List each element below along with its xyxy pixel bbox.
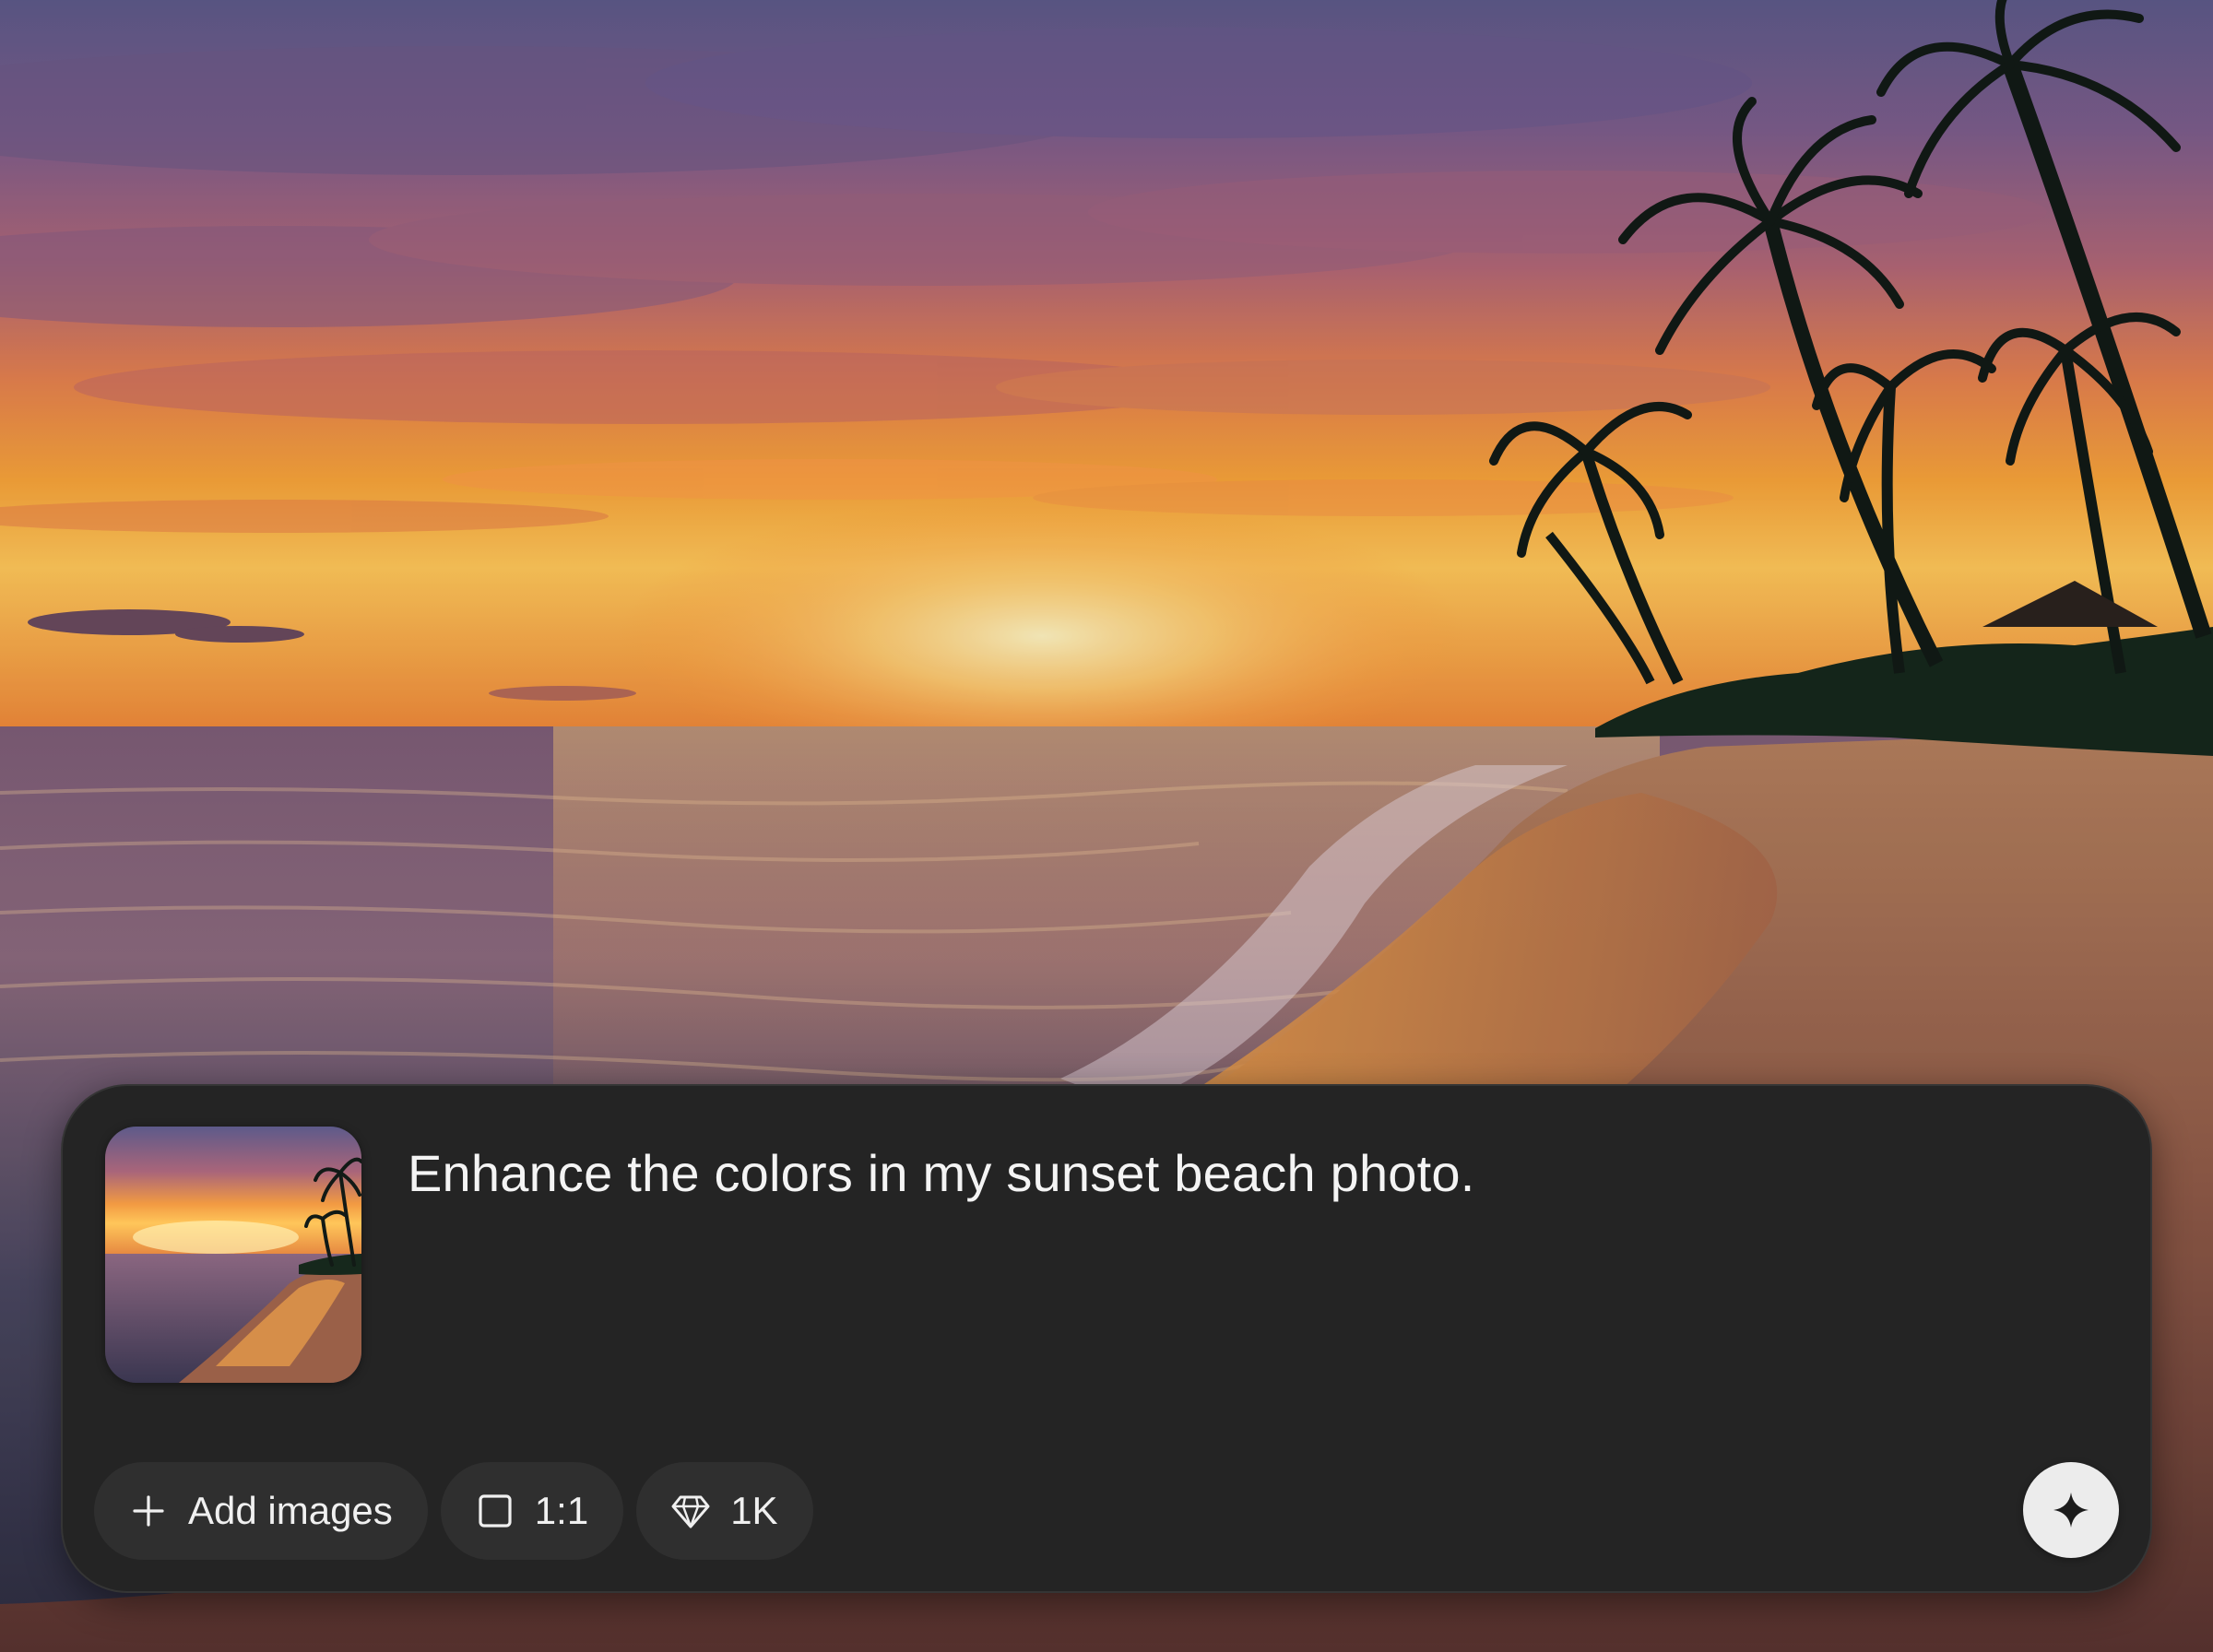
aspect-ratio-button[interactable]: 1:1 <box>440 1462 624 1560</box>
generate-button[interactable] <box>2023 1462 2119 1558</box>
composer-toolbar: Add images 1:1 1K <box>94 1462 813 1560</box>
aspect-ratio-label: 1:1 <box>534 1489 589 1532</box>
image-thumbnail-icon <box>105 1127 361 1383</box>
resolution-button[interactable]: 1K <box>636 1462 813 1560</box>
diamond-icon <box>671 1492 710 1530</box>
prompt-composer: Enhance the colors in my sunset beach ph… <box>61 1084 2152 1593</box>
add-images-button[interactable]: Add images <box>94 1462 428 1560</box>
plus-icon <box>129 1492 168 1530</box>
add-images-label: Add images <box>188 1489 393 1532</box>
square-icon <box>476 1492 515 1530</box>
sparkle-icon <box>2053 1493 2089 1528</box>
resolution-label: 1K <box>730 1489 778 1532</box>
app-canvas: Enhance the colors in my sunset beach ph… <box>0 0 2213 1652</box>
attached-image-thumbnail[interactable] <box>105 1127 361 1383</box>
prompt-input[interactable]: Enhance the colors in my sunset beach ph… <box>408 1141 2077 1206</box>
